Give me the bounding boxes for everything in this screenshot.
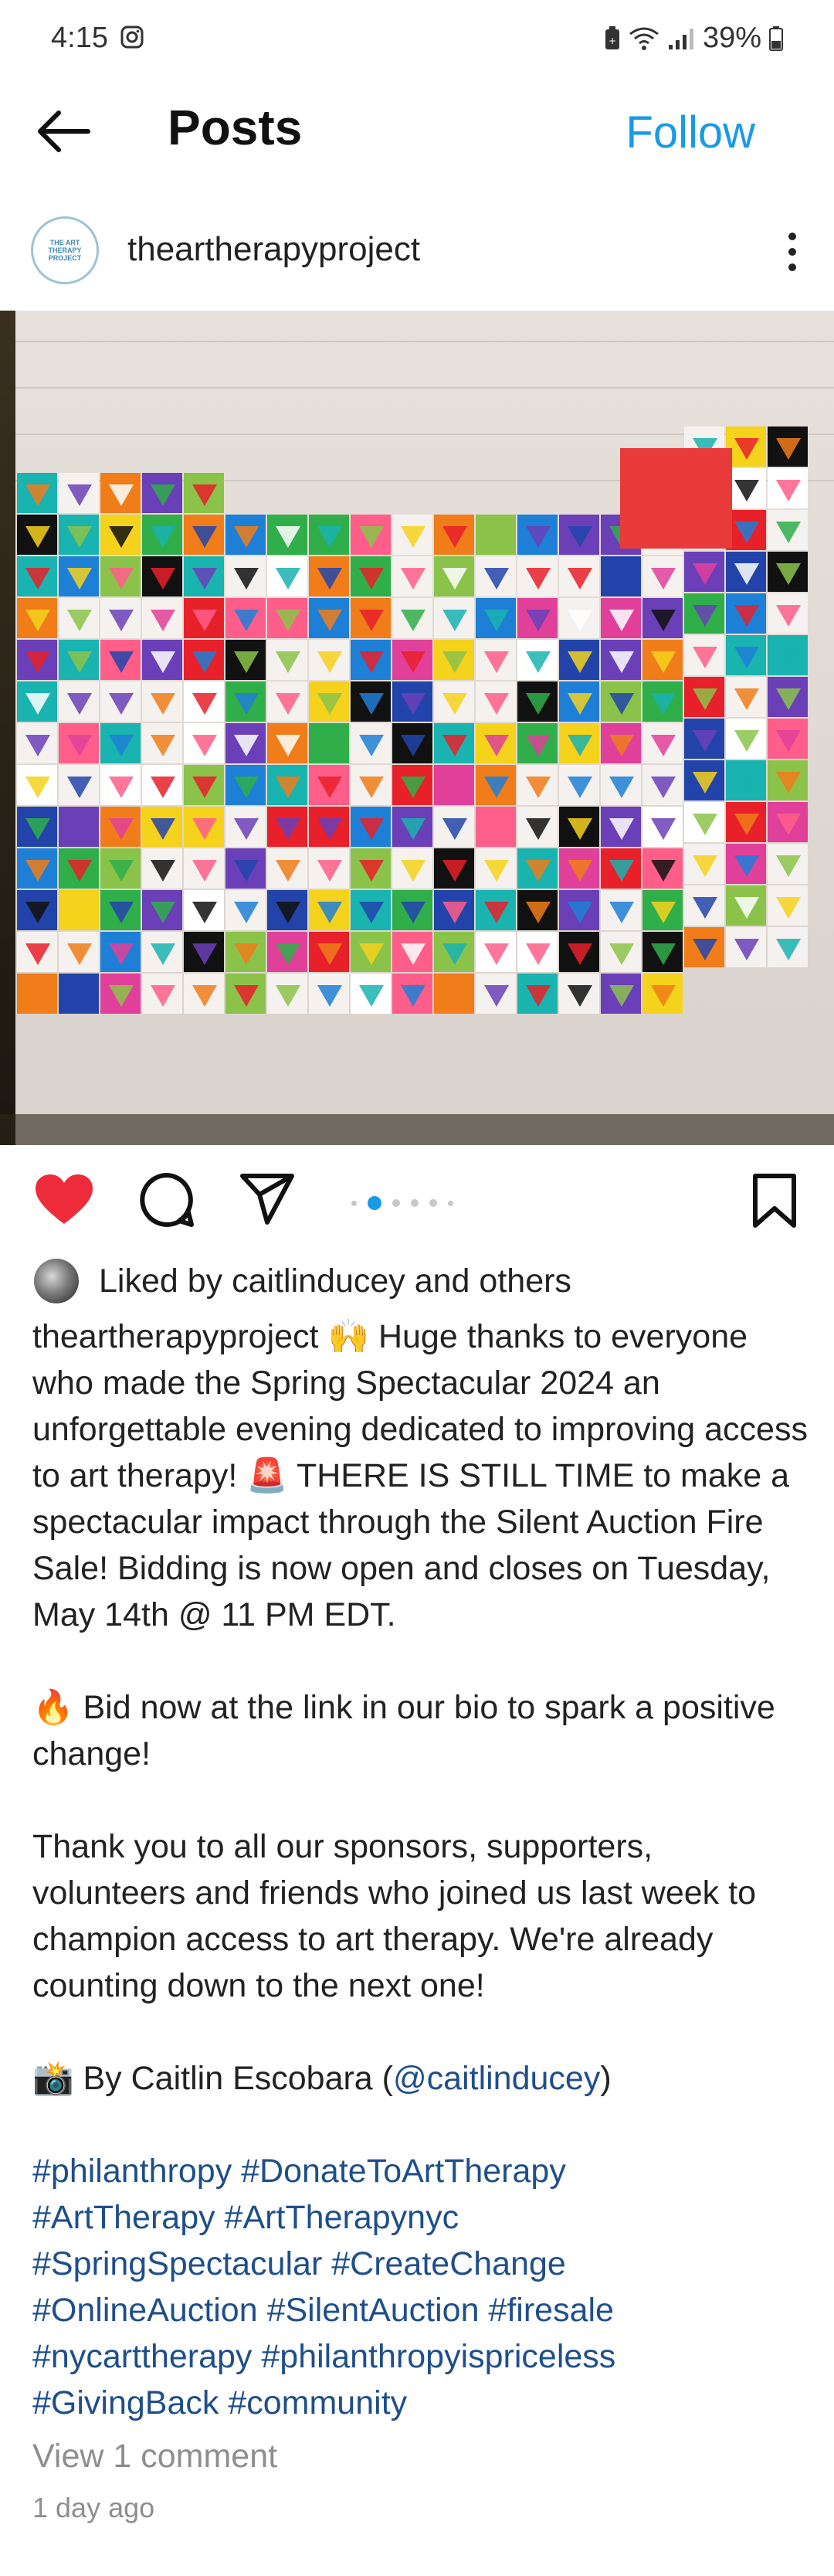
- caption-username[interactable]: theartherapyproject: [32, 1318, 319, 1355]
- raised-hands-emoji: 🙌: [327, 1318, 369, 1355]
- photo-credit-text: By Caitlin Escobara (: [83, 2060, 394, 2097]
- caption-paragraph-4: 📸 By Caitlin Escobara (@caitlinducey): [32, 2055, 812, 2102]
- heart-icon[interactable]: [34, 1173, 94, 1227]
- caption-paragraph-3: Thank you to all our sponsors, supporter…: [32, 1828, 756, 2004]
- signal-icon: [668, 28, 693, 49]
- carousel-dot-active: [368, 1196, 381, 1210]
- page-title: Posts: [168, 100, 303, 155]
- camera-emoji: 📸: [32, 2060, 74, 2097]
- post-timestamp: 1 day ago: [32, 2492, 155, 2523]
- comment-icon[interactable]: [137, 1171, 195, 1229]
- follow-button[interactable]: Follow: [626, 107, 755, 158]
- hashtag-line[interactable]: #nycarttherapy #philanthropyispriceless: [32, 2333, 812, 2380]
- carousel-dot: [411, 1199, 419, 1207]
- status-time: 4:15: [51, 22, 108, 54]
- post-actions: [0, 1159, 834, 1244]
- siren-emoji: 🚨: [246, 1457, 288, 1494]
- avatar-logo-text: THE ART THERAPY PROJECT: [48, 239, 82, 262]
- carousel-dot: [448, 1200, 453, 1206]
- mural-image: [0, 311, 834, 1145]
- mural-feature-tile: [620, 448, 732, 549]
- status-bar: 4:15 + 39%: [0, 0, 834, 77]
- carousel-dot: [392, 1199, 400, 1207]
- caption-paragraph-2: 🔥 Bid now at the link in our bio to spar…: [32, 1684, 812, 1777]
- hashtag-line[interactable]: #GivingBack #community: [32, 2380, 812, 2426]
- likes-row[interactable]: Liked by caitlinducey and others: [34, 1258, 571, 1304]
- photo-credit-suffix: ): [600, 2060, 612, 2097]
- likes-text: Liked by caitlinducey and others: [99, 1262, 571, 1300]
- more-options-icon[interactable]: [785, 229, 800, 275]
- carousel-dot: [429, 1199, 437, 1207]
- back-arrow-icon[interactable]: [36, 108, 91, 155]
- hashtag-line[interactable]: #OnlineAuction #SilentAuction #firesale: [32, 2287, 812, 2333]
- hashtag-line[interactable]: #ArtTherapy #ArtTherapynyc: [32, 2194, 812, 2241]
- share-icon[interactable]: [239, 1173, 295, 1225]
- view-comments-link[interactable]: View 1 comment: [32, 2438, 277, 2476]
- svg-text:+: +: [609, 36, 616, 46]
- battery-icon: [769, 25, 783, 51]
- status-indicators: + 39%: [604, 22, 783, 55]
- hashtags: #philanthropy #DonateToArtTherapy #ArtTh…: [32, 2148, 812, 2426]
- avatar[interactable]: THE ART THERAPY PROJECT: [31, 216, 99, 284]
- caption-paragraph-1: theartherapyproject 🙌 Huge thanks to eve…: [32, 1313, 812, 1638]
- post-username[interactable]: theartherapyproject: [127, 230, 420, 269]
- post-caption: theartherapyproject 🙌 Huge thanks to eve…: [32, 1313, 812, 2426]
- bookmark-icon[interactable]: [752, 1173, 797, 1229]
- wifi-icon: [629, 27, 659, 50]
- post-header: THE ART THERAPY PROJECT theartherapyproj…: [0, 209, 834, 294]
- carousel-indicator: [351, 1196, 453, 1210]
- carousel-dot: [351, 1200, 357, 1206]
- hashtag-line[interactable]: #philanthropy #DonateToArtTherapy: [32, 2148, 812, 2194]
- instagram-icon: [120, 25, 144, 49]
- battery-saver-icon: +: [605, 25, 619, 49]
- fire-emoji: 🔥: [32, 1689, 74, 1726]
- posts-header: Posts Follow: [0, 85, 834, 178]
- battery-percent: 39%: [702, 22, 761, 54]
- post-image[interactable]: [0, 311, 834, 1145]
- mention-link[interactable]: @caitlinducey: [393, 2060, 600, 2097]
- liker-avatar: [34, 1259, 79, 1303]
- hashtag-line[interactable]: #SpringSpectacular #CreateChange: [32, 2241, 812, 2287]
- caption-text-2: Bid now at the link in our bio to spark …: [32, 1689, 775, 1772]
